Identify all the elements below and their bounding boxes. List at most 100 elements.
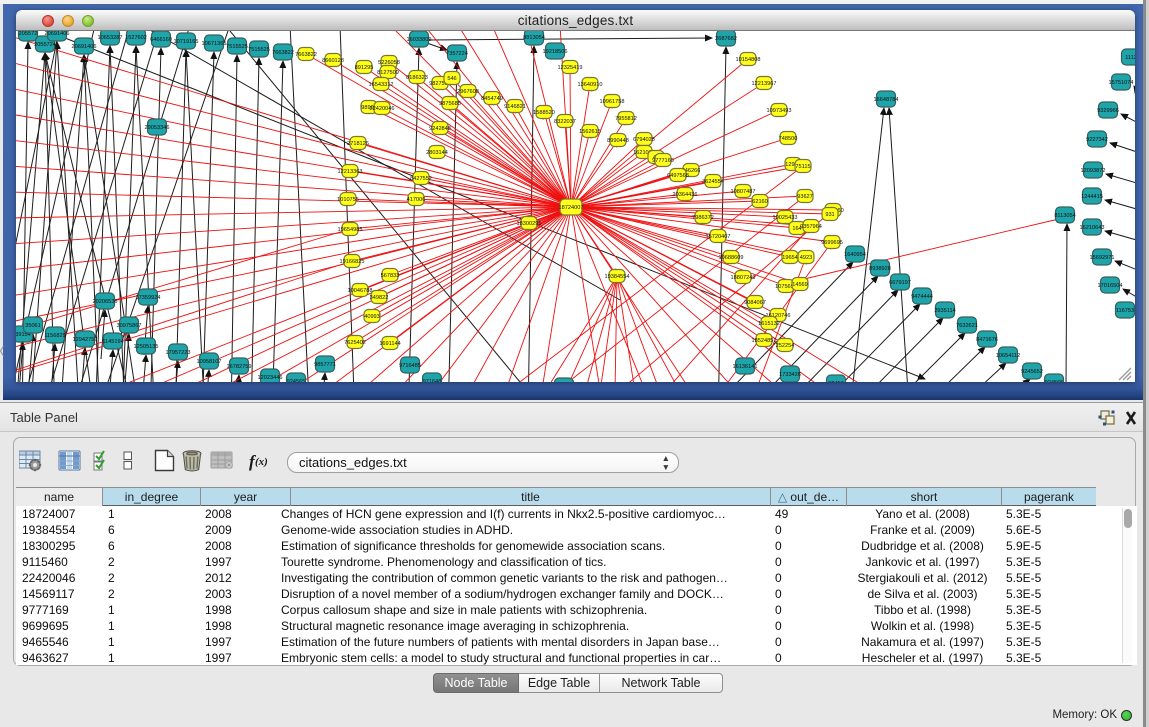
- svg-text:8127509: 8127509: [377, 70, 399, 76]
- svg-text:2935114: 2935114: [934, 308, 955, 314]
- svg-text:3624554: 3624554: [702, 179, 724, 185]
- svg-text:17016504: 17016504: [1098, 283, 1123, 289]
- svg-text:924565: 924565: [287, 379, 306, 382]
- svg-text:62160: 62160: [752, 199, 768, 205]
- svg-text:15751074: 15751074: [1109, 80, 1134, 86]
- svg-text:10025433: 10025433: [773, 215, 798, 221]
- svg-text:10688609: 10688609: [719, 255, 744, 261]
- svg-text:16648784: 16648784: [874, 97, 899, 103]
- svg-text:1145194: 1145194: [102, 339, 123, 345]
- svg-text:10654112: 10654112: [996, 353, 1020, 359]
- svg-text:20206536: 20206536: [93, 299, 118, 305]
- svg-text:16210643: 16210643: [1080, 225, 1105, 231]
- svg-text:205572: 205572: [19, 31, 38, 37]
- svg-text:7663822: 7663822: [295, 52, 317, 58]
- svg-text:1010755: 1010755: [337, 197, 359, 203]
- svg-text:19384554: 19384554: [605, 274, 630, 280]
- svg-text:10807487: 10807487: [731, 189, 756, 195]
- svg-text:7986372: 7986372: [692, 215, 714, 221]
- svg-text:10961758: 10961758: [600, 99, 625, 105]
- svg-text:1562615: 1562615: [579, 129, 601, 135]
- svg-text:20691406: 20691406: [45, 31, 70, 37]
- svg-text:7357224: 7357224: [446, 51, 468, 57]
- svg-text:116753: 116753: [1116, 308, 1134, 314]
- svg-text:12942757: 12942757: [73, 337, 98, 343]
- svg-text:(x): (x): [255, 456, 268, 468]
- svg-text:6679197: 6679197: [889, 280, 911, 286]
- svg-text:4923: 4923: [800, 255, 812, 261]
- svg-text:20364436: 20364436: [673, 192, 698, 198]
- svg-text:19654: 19654: [782, 255, 798, 261]
- svg-text:546: 546: [447, 76, 456, 82]
- svg-text:1156829: 1156829: [44, 333, 65, 339]
- svg-text:1733426: 1733426: [779, 372, 801, 378]
- svg-text:7625402: 7625402: [344, 340, 366, 346]
- svg-text:15720407: 15720407: [706, 234, 731, 240]
- svg-text:92450: 92450: [828, 381, 844, 382]
- svg-text:16543312: 16543312: [369, 82, 394, 88]
- svg-text:19654985: 19654985: [338, 227, 363, 233]
- svg-text:1112: 1112: [1125, 55, 1135, 61]
- svg-text:10671365: 10671365: [202, 41, 227, 47]
- svg-text:10653287: 10653287: [98, 35, 123, 41]
- svg-text:8990448: 8990448: [607, 138, 629, 144]
- svg-text:7515525: 7515525: [226, 44, 248, 50]
- svg-text:9357964: 9357964: [800, 224, 822, 230]
- svg-text:7632621: 7632621: [956, 323, 978, 329]
- svg-text:1615132: 1615132: [758, 321, 780, 327]
- svg-text:16782759: 16782759: [227, 364, 252, 370]
- svg-text:12023446: 12023446: [258, 375, 283, 381]
- svg-text:10154808: 10154808: [736, 57, 761, 63]
- svg-text:891295: 891295: [355, 65, 374, 71]
- svg-text:9474444: 9474444: [911, 294, 933, 300]
- svg-text:8186323: 8186323: [406, 75, 428, 81]
- svg-text:12505135: 12505135: [134, 344, 159, 350]
- svg-text:8813054: 8813054: [523, 35, 545, 41]
- svg-text:10719165: 10719165: [174, 39, 199, 45]
- svg-text:18724007: 18724007: [559, 205, 584, 211]
- svg-text:9716485: 9716485: [399, 363, 421, 369]
- svg-text:2803144: 2803144: [426, 150, 448, 156]
- svg-text:19218506: 19218506: [543, 49, 568, 55]
- svg-text:7955812: 7955812: [615, 116, 637, 122]
- svg-text:9329966: 9329966: [1097, 108, 1119, 114]
- svg-text:9699695: 9699695: [821, 240, 843, 246]
- svg-text:10958107: 10958107: [197, 359, 222, 365]
- svg-text:93627: 93627: [797, 194, 813, 200]
- svg-text:252254: 252254: [776, 343, 795, 349]
- svg-text:1640954: 1640954: [844, 252, 866, 258]
- svg-text:12213967: 12213967: [752, 81, 777, 87]
- svg-text:18524851: 18524851: [752, 338, 777, 344]
- svg-text:2967608: 2967608: [457, 89, 479, 95]
- svg-text:9146821: 9146821: [504, 104, 526, 110]
- svg-text:1588520: 1588520: [533, 110, 555, 116]
- svg-text:75115: 75115: [795, 164, 810, 170]
- svg-text:12093872: 12093872: [1081, 168, 1106, 174]
- svg-text:6466160: 6466160: [150, 37, 172, 43]
- svg-text:924565: 924565: [1045, 380, 1064, 382]
- svg-text:7515525: 7515525: [248, 47, 270, 53]
- svg-text:9857771: 9857771: [314, 362, 336, 368]
- svg-text:8454749: 8454749: [481, 96, 503, 102]
- svg-text:7663822: 7663822: [272, 50, 294, 56]
- svg-text:10973493: 10973493: [767, 108, 792, 114]
- svg-text:1244415: 1244415: [1081, 194, 1103, 200]
- svg-text:10046788: 10046788: [348, 288, 373, 294]
- svg-text:8427552: 8427552: [410, 176, 432, 182]
- svg-text:9227342: 9227342: [1086, 137, 1108, 143]
- svg-text:15692971: 15692971: [1090, 255, 1115, 261]
- svg-text:19166825: 19166825: [340, 259, 365, 265]
- svg-text:6497568: 6497568: [667, 173, 689, 179]
- svg-text:14569: 14569: [792, 282, 808, 288]
- svg-text:3875685: 3875685: [439, 101, 461, 107]
- svg-text:349822: 349822: [370, 295, 389, 301]
- svg-text:9242848: 9242848: [429, 126, 451, 132]
- svg-text:8660128: 8660128: [322, 58, 344, 64]
- svg-text:22420046: 22420046: [370, 106, 395, 112]
- svg-text:1527602: 1527602: [125, 35, 147, 41]
- svg-text:12213363: 12213363: [338, 169, 363, 175]
- svg-text:20691406: 20691406: [72, 44, 97, 50]
- svg-text:9777169: 9777169: [652, 158, 674, 164]
- svg-text:30975867: 30975867: [117, 323, 142, 329]
- svg-text:2687682: 2687682: [715, 36, 737, 42]
